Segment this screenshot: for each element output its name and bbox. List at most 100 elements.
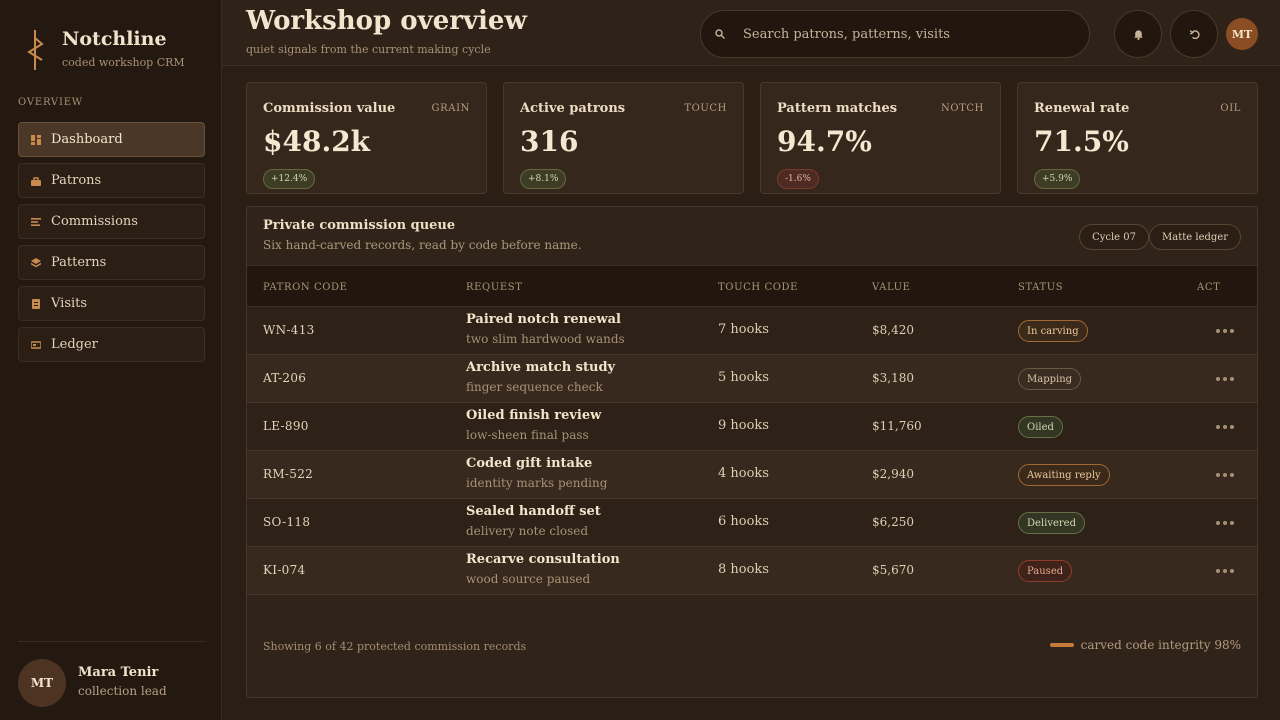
more-icon-dot <box>1230 329 1234 333</box>
request-detail: two slim hardwood wands <box>466 332 625 346</box>
avatar[interactable]: MT <box>18 659 66 707</box>
more-icon-dot <box>1223 569 1227 573</box>
chip-cycle[interactable]: Cycle 07 <box>1079 224 1149 250</box>
commission-value: $6,250 <box>872 515 914 529</box>
kpi-label: Active patrons <box>520 101 626 116</box>
request-title: Paired notch renewal <box>466 312 621 327</box>
column-header-request[interactable]: REQUEST <box>466 282 522 293</box>
request-title: Recarve consultation <box>466 552 620 567</box>
brand-name: Notchline <box>62 28 167 50</box>
more-icon-dot <box>1216 329 1220 333</box>
visits-icon <box>31 298 41 309</box>
table-row[interactable]: WN-413 Paired notch renewal two slim har… <box>247 307 1257 355</box>
column-header-patron-code[interactable]: PATRON CODE <box>263 282 348 293</box>
kpi-value: 71.5% <box>1034 125 1129 158</box>
more-icon-dot <box>1223 521 1227 525</box>
patron-code: SO-118 <box>263 515 311 529</box>
row-actions-button[interactable] <box>1213 417 1237 437</box>
table-row[interactable]: SO-118 Sealed handoff set delivery note … <box>247 499 1257 547</box>
row-actions-button[interactable] <box>1213 369 1237 389</box>
column-header-status[interactable]: STATUS <box>1018 282 1063 293</box>
sidebar-item-dashboard[interactable]: Dashboard <box>18 122 205 157</box>
touch-code: 6 hooks <box>718 514 769 529</box>
status-badge: Delivered <box>1018 512 1085 534</box>
user-role: collection lead <box>78 684 167 698</box>
request-title: Sealed handoff set <box>466 504 601 519</box>
more-icon-dot <box>1223 473 1227 477</box>
patron-code: AT-206 <box>263 371 307 385</box>
kpi-delta: -1.6% <box>777 169 819 189</box>
touch-code: 4 hooks <box>718 466 769 481</box>
kpi-tag: NOTCH <box>941 103 984 114</box>
kpi-card-active-patrons[interactable]: Active patrons TOUCH 316 +8.1% <box>503 82 744 194</box>
refresh-button[interactable] <box>1170 10 1218 58</box>
patrons-icon <box>31 176 41 186</box>
sidebar-item-label: Commissions <box>51 214 138 229</box>
table-row[interactable]: AT-206 Archive match study finger sequen… <box>247 355 1257 403</box>
more-icon-dot <box>1230 425 1234 429</box>
sidebar-item-visits[interactable]: Visits <box>18 286 205 321</box>
kpi-card-renewal-rate[interactable]: Renewal rate OIL 71.5% +5.9% <box>1017 82 1258 194</box>
brand[interactable]: Notchline coded workshop CRM <box>24 28 185 72</box>
row-actions-button[interactable] <box>1213 465 1237 485</box>
request-title: Archive match study <box>466 360 616 375</box>
status-badge: Oiled <box>1018 416 1063 438</box>
more-icon-dot <box>1216 425 1220 429</box>
commissions-icon <box>31 217 41 227</box>
more-icon-dot <box>1216 521 1220 525</box>
patron-code: LE-890 <box>263 419 309 433</box>
kpi-card-commission-value[interactable]: Commission value GRAIN $48.2k +12.4% <box>246 82 487 194</box>
touch-code: 7 hooks <box>718 322 769 337</box>
touch-code: 8 hooks <box>718 562 769 577</box>
more-icon-dot <box>1223 329 1227 333</box>
status-badge: Awaiting reply <box>1018 464 1110 486</box>
table-row[interactable]: LE-890 Oiled finish review low-sheen fin… <box>247 403 1257 451</box>
sidebar-item-patterns[interactable]: Patterns <box>18 245 205 280</box>
user-name: Mara Tenir <box>78 665 159 680</box>
touch-code: 5 hooks <box>718 370 769 385</box>
chip-matte-ledger[interactable]: Matte ledger <box>1149 224 1241 250</box>
page-subtitle: quiet signals from the current making cy… <box>246 43 491 56</box>
commission-value: $8,420 <box>872 323 914 337</box>
table-row[interactable]: KI-074 Recarve consultation wood source … <box>247 547 1257 595</box>
sidebar-item-ledger[interactable]: Ledger <box>18 327 205 362</box>
status-badge: Paused <box>1018 560 1073 582</box>
commission-queue-panel: Private commission queue Six hand-carved… <box>246 206 1258 698</box>
kpi-delta: +5.9% <box>1034 169 1081 189</box>
patron-code: WN-413 <box>263 323 315 337</box>
commission-value: $2,940 <box>872 467 914 481</box>
kpi-delta: +8.1% <box>520 169 567 189</box>
patron-code: RM-522 <box>263 467 314 481</box>
touch-code: 9 hooks <box>718 418 769 433</box>
search-bar[interactable] <box>700 10 1090 58</box>
column-header-act: ACT <box>1197 282 1221 293</box>
panel-title: Private commission queue <box>263 218 456 233</box>
sidebar-item-label: Dashboard <box>51 132 123 147</box>
brand-logo-icon <box>27 30 44 70</box>
commission-value: $3,180 <box>872 371 914 385</box>
kpi-card-pattern-matches[interactable]: Pattern matches NOTCH 94.7% -1.6% <box>760 82 1001 194</box>
search-input[interactable] <box>743 23 1073 45</box>
header-avatar[interactable]: MT <box>1226 18 1258 50</box>
row-actions-button[interactable] <box>1213 321 1237 341</box>
kpi-delta: +12.4% <box>263 169 316 189</box>
column-header-touch-code[interactable]: TOUCH CODE <box>718 282 798 293</box>
sidebar-item-label: Patterns <box>51 255 107 270</box>
patron-code: KI-074 <box>263 563 306 577</box>
more-icon-dot <box>1230 473 1234 477</box>
notifications-button[interactable] <box>1114 10 1162 58</box>
sidebar-item-commissions[interactable]: Commissions <box>18 204 205 239</box>
row-actions-button[interactable] <box>1213 513 1237 533</box>
table-row[interactable]: RM-522 Coded gift intake identity marks … <box>247 451 1257 499</box>
kpi-value: $48.2k <box>263 125 371 158</box>
column-header-value[interactable]: VALUE <box>872 282 911 293</box>
row-actions-button[interactable] <box>1213 561 1237 581</box>
more-icon-dot <box>1216 377 1220 381</box>
kpi-tag: OIL <box>1220 103 1241 114</box>
sidebar-item-patrons[interactable]: Patrons <box>18 163 205 198</box>
page-title: Workshop overview <box>246 6 527 36</box>
request-title: Oiled finish review <box>466 408 602 423</box>
more-icon-dot <box>1216 569 1220 573</box>
undo-icon <box>1189 29 1200 39</box>
user-profile[interactable]: MT Mara Tenir collection lead <box>18 641 205 707</box>
